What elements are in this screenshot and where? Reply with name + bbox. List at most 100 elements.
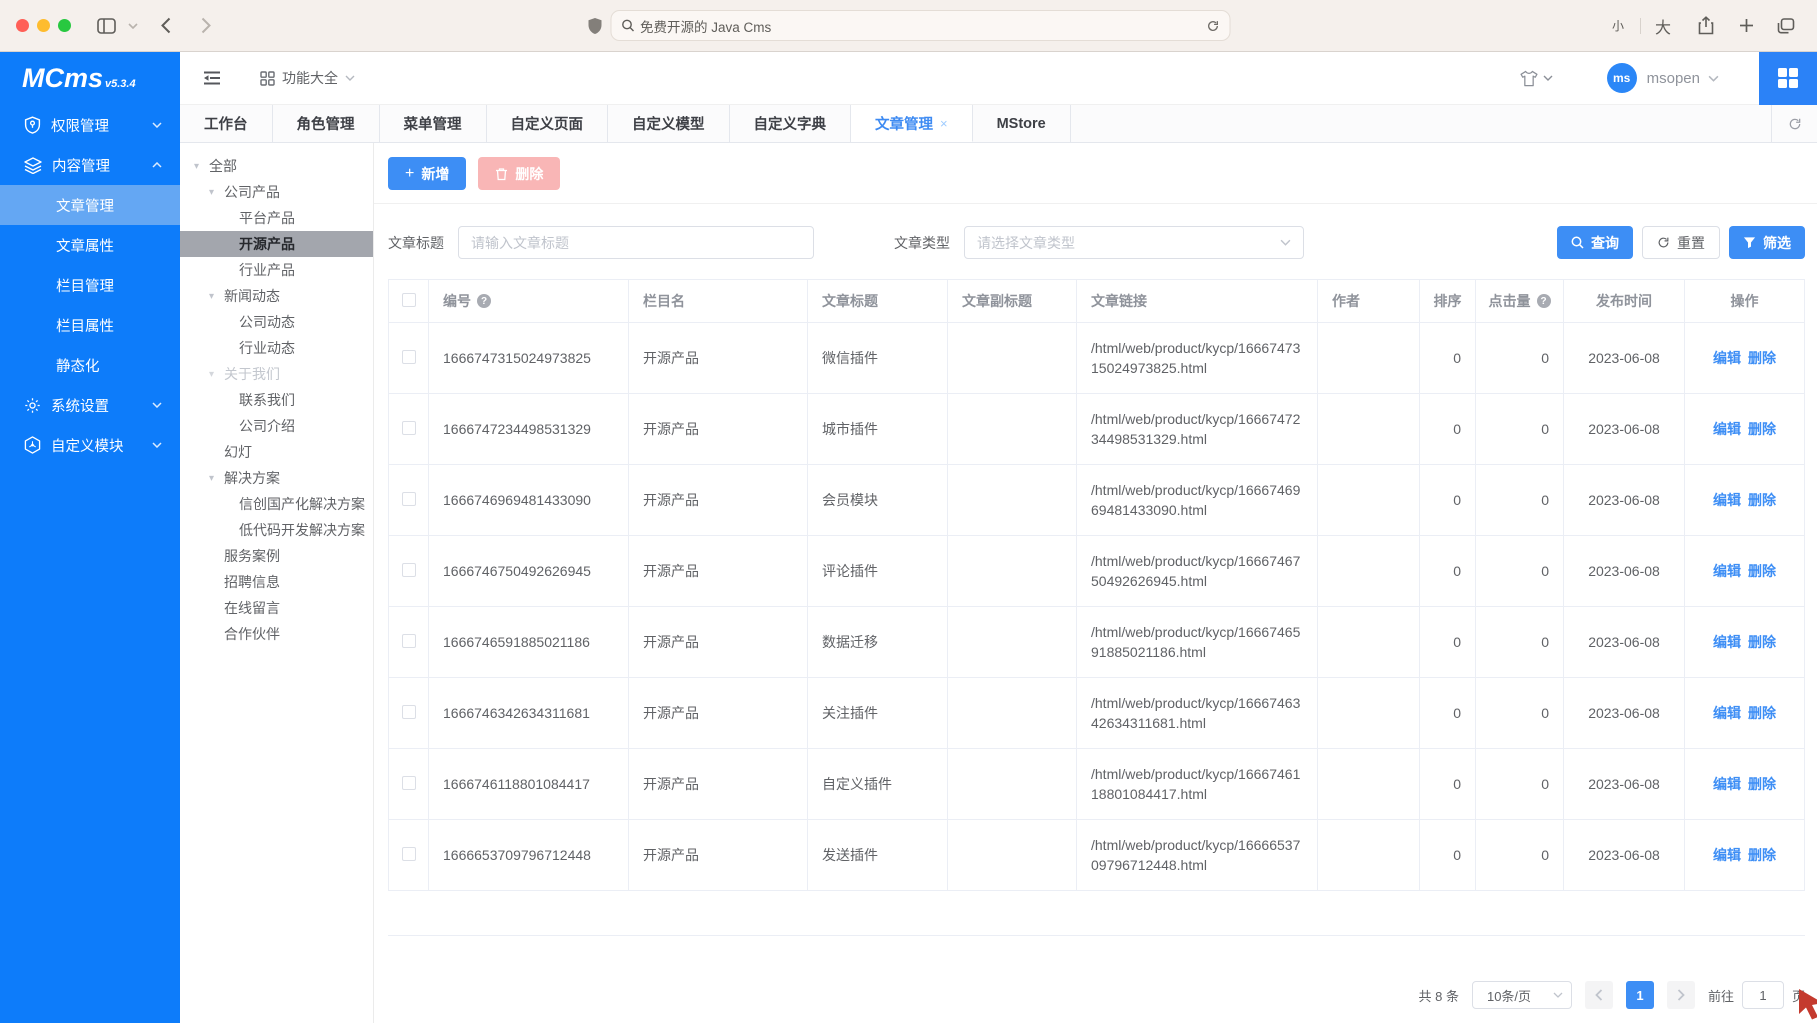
- page-size-select[interactable]: 10条/页: [1472, 981, 1572, 1009]
- next-page-button[interactable]: [1667, 981, 1695, 1009]
- sidebar-subitem[interactable]: 栏目管理: [0, 265, 180, 305]
- delete-button[interactable]: 删除: [478, 157, 560, 190]
- new-tab-icon[interactable]: [1731, 11, 1761, 41]
- tree-node[interactable]: 合作伙伴: [180, 621, 373, 647]
- back-button[interactable]: [151, 11, 181, 41]
- delete-link[interactable]: 删除: [1748, 490, 1776, 510]
- delete-link[interactable]: 删除: [1748, 774, 1776, 794]
- edit-link[interactable]: 编辑: [1713, 774, 1741, 794]
- tree-node[interactable]: 公司介绍: [180, 413, 373, 439]
- row-checkbox[interactable]: [402, 492, 416, 506]
- tree-node[interactable]: ▾关于我们: [180, 361, 373, 387]
- title-filter-input[interactable]: [458, 226, 814, 259]
- tab-5[interactable]: 自定义字典: [730, 105, 852, 142]
- select-all-checkbox[interactable]: [402, 293, 416, 307]
- forward-button[interactable]: [191, 11, 221, 41]
- caret-down-icon[interactable]: ▾: [194, 161, 209, 172]
- sidebar-item-1[interactable]: 内容管理: [0, 145, 180, 185]
- tree-node[interactable]: ▾新闻动态: [180, 283, 373, 309]
- tree-node[interactable]: 联系我们: [180, 387, 373, 413]
- delete-link[interactable]: 删除: [1748, 703, 1776, 723]
- delete-link[interactable]: 删除: [1748, 419, 1776, 439]
- row-checkbox[interactable]: [402, 634, 416, 648]
- edit-link[interactable]: 编辑: [1713, 419, 1741, 439]
- share-icon[interactable]: [1691, 11, 1721, 41]
- help-icon[interactable]: ?: [477, 294, 491, 308]
- tree-node[interactable]: 行业产品: [180, 257, 373, 283]
- sidebar-item-3[interactable]: 自定义模块: [0, 425, 180, 465]
- menu-fold-icon[interactable]: [202, 69, 222, 87]
- tree-node[interactable]: ▾全部: [180, 153, 373, 179]
- row-checkbox[interactable]: [402, 350, 416, 364]
- tab-4[interactable]: 自定义模型: [608, 105, 730, 142]
- delete-link[interactable]: 删除: [1748, 845, 1776, 865]
- sidebar-subitem[interactable]: 栏目属性: [0, 305, 180, 345]
- tree-node[interactable]: 招聘信息: [180, 569, 373, 595]
- close-window-button[interactable]: [16, 19, 29, 32]
- row-checkbox[interactable]: [402, 705, 416, 719]
- reset-button[interactable]: 重置: [1642, 226, 1720, 259]
- sidebar-subitem[interactable]: 文章管理: [0, 185, 180, 225]
- caret-down-icon[interactable]: ▾: [209, 291, 224, 302]
- maximize-window-button[interactable]: [58, 19, 71, 32]
- sidebar-item-2[interactable]: 系统设置: [0, 385, 180, 425]
- delete-link[interactable]: 删除: [1748, 348, 1776, 368]
- edit-link[interactable]: 编辑: [1713, 703, 1741, 723]
- tree-node[interactable]: 公司动态: [180, 309, 373, 335]
- tab-7[interactable]: MStore: [973, 105, 1071, 142]
- refresh-tabs-icon[interactable]: [1771, 105, 1817, 142]
- search-button[interactable]: 查询: [1557, 226, 1633, 259]
- filter-button[interactable]: 筛选: [1729, 226, 1805, 259]
- edit-link[interactable]: 编辑: [1713, 561, 1741, 581]
- caret-down-icon[interactable]: ▾: [209, 473, 224, 484]
- row-checkbox[interactable]: [402, 776, 416, 790]
- help-icon[interactable]: ?: [1537, 294, 1551, 308]
- row-checkbox[interactable]: [402, 421, 416, 435]
- text-smaller-button[interactable]: 小: [1606, 17, 1630, 34]
- caret-down-icon[interactable]: ▾: [209, 187, 224, 198]
- edit-link[interactable]: 编辑: [1713, 632, 1741, 652]
- add-button[interactable]: + 新增: [388, 157, 466, 190]
- delete-link[interactable]: 删除: [1748, 632, 1776, 652]
- tree-node[interactable]: 幻灯: [180, 439, 373, 465]
- edit-link[interactable]: 编辑: [1713, 845, 1741, 865]
- tree-node[interactable]: ▾解决方案: [180, 465, 373, 491]
- minimize-window-button[interactable]: [37, 19, 50, 32]
- user-menu[interactable]: msopen: [1647, 70, 1719, 87]
- address-bar[interactable]: 免费开源的 Java Cms: [610, 10, 1230, 41]
- tab-6[interactable]: 文章管理×: [851, 105, 973, 142]
- row-checkbox[interactable]: [402, 847, 416, 861]
- tree-node[interactable]: 信创国产化解决方案: [180, 491, 373, 517]
- tab-2[interactable]: 菜单管理: [380, 105, 487, 142]
- text-larger-button[interactable]: 大: [1651, 14, 1675, 38]
- tree-node[interactable]: ▾公司产品: [180, 179, 373, 205]
- tab-3[interactable]: 自定义页面: [487, 105, 609, 142]
- sidebar-subitem[interactable]: 静态化: [0, 345, 180, 385]
- edit-link[interactable]: 编辑: [1713, 348, 1741, 368]
- goto-page-input[interactable]: [1742, 981, 1784, 1009]
- tree-node[interactable]: 开源产品: [180, 231, 373, 257]
- sidebar-item-0[interactable]: 权限管理: [0, 105, 180, 145]
- tree-node[interactable]: 在线留言: [180, 595, 373, 621]
- sidebar-subitem[interactable]: 文章属性: [0, 225, 180, 265]
- tree-node[interactable]: 低代码开发解决方案: [180, 517, 373, 543]
- chevron-down-icon[interactable]: [125, 11, 141, 41]
- tree-node[interactable]: 服务案例: [180, 543, 373, 569]
- page-number-button[interactable]: 1: [1626, 981, 1654, 1009]
- type-filter-select[interactable]: 请选择文章类型: [964, 226, 1304, 259]
- prev-page-button[interactable]: [1585, 981, 1613, 1009]
- tab-0[interactable]: 工作台: [180, 105, 273, 142]
- edit-link[interactable]: 编辑: [1713, 490, 1741, 510]
- sidebar-toggle-icon[interactable]: [91, 11, 121, 41]
- tab-1[interactable]: 角色管理: [273, 105, 380, 142]
- tab-overview-icon[interactable]: [1771, 11, 1801, 41]
- caret-down-icon[interactable]: ▾: [209, 369, 224, 380]
- tree-node[interactable]: 行业动态: [180, 335, 373, 361]
- row-checkbox[interactable]: [402, 563, 416, 577]
- delete-link[interactable]: 删除: [1748, 561, 1776, 581]
- apps-grid-button[interactable]: [1759, 52, 1817, 105]
- close-icon[interactable]: ×: [940, 116, 948, 131]
- reload-icon[interactable]: [1206, 19, 1219, 33]
- theme-switcher[interactable]: [1519, 70, 1553, 87]
- feature-menu-trigger[interactable]: 功能大全: [260, 68, 355, 88]
